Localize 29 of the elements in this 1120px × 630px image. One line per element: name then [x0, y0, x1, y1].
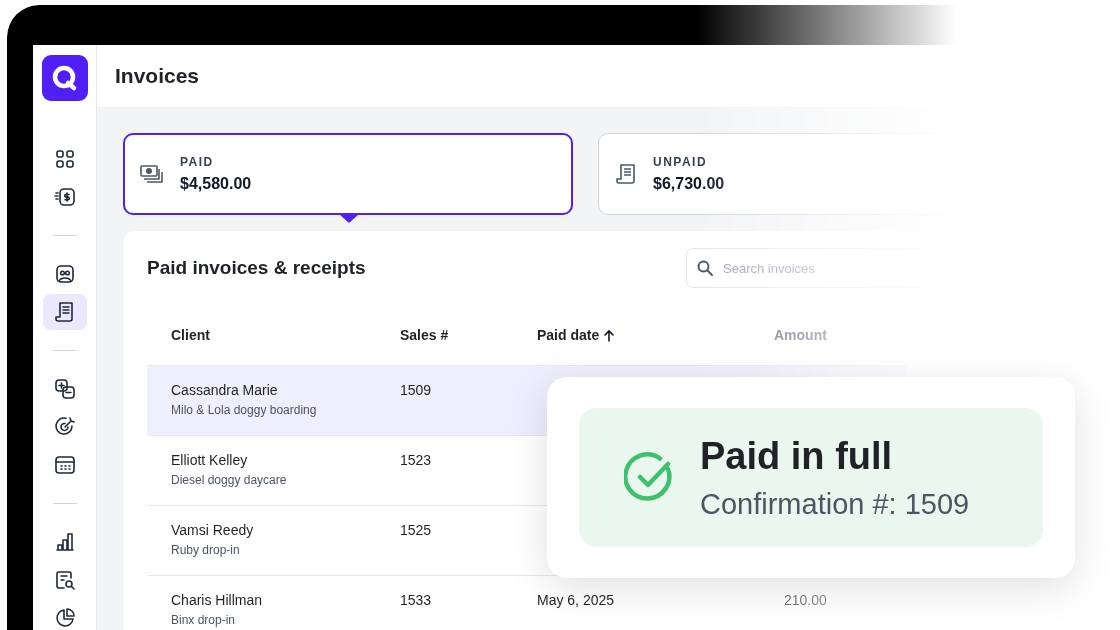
- sales-number: 1525: [400, 522, 433, 538]
- plus-minus-icon: [52, 377, 77, 401]
- sales-number: 1523: [400, 452, 433, 468]
- amount: 210.00: [783, 592, 828, 608]
- column-header[interactable]: Sales #: [400, 327, 449, 343]
- sidebar-receipt-button[interactable]: [42, 294, 87, 330]
- receipt-icon: [615, 163, 637, 185]
- panel-title: Paid invoices & receipts: [147, 257, 367, 279]
- column-header[interactable]: Client: [171, 327, 210, 343]
- client-name: Cassandra Marie: [171, 382, 279, 398]
- sales-number: 1533: [400, 592, 433, 608]
- client-detail: Binx drop-in: [171, 613, 237, 627]
- client-detail: Diesel doggy daycare: [171, 473, 288, 487]
- page-title: Invoices: [115, 64, 200, 88]
- calendar-icon: [52, 453, 77, 477]
- column-header[interactable]: Paid date: [537, 327, 600, 343]
- app-logo[interactable]: [41, 55, 88, 101]
- sales-number: 1509: [400, 382, 433, 398]
- cash-icon: [140, 164, 164, 184]
- sort-up-icon[interactable]: [603, 328, 616, 342]
- client-name: Elliott Kelley: [171, 452, 249, 468]
- popup-title: Paid in full: [700, 434, 894, 478]
- client-name: Charis Hillman: [171, 592, 264, 608]
- client-name: Vamsi Reedy: [171, 522, 255, 538]
- dollar-list-icon: [52, 185, 77, 209]
- client-detail: Milo & Lola doggy boarding: [171, 403, 318, 417]
- client-detail: Ruby drop-in: [171, 543, 241, 557]
- paid-date: May 6, 2025: [537, 592, 616, 608]
- summary-card[interactable]: PAID $4,580.00: [123, 133, 573, 215]
